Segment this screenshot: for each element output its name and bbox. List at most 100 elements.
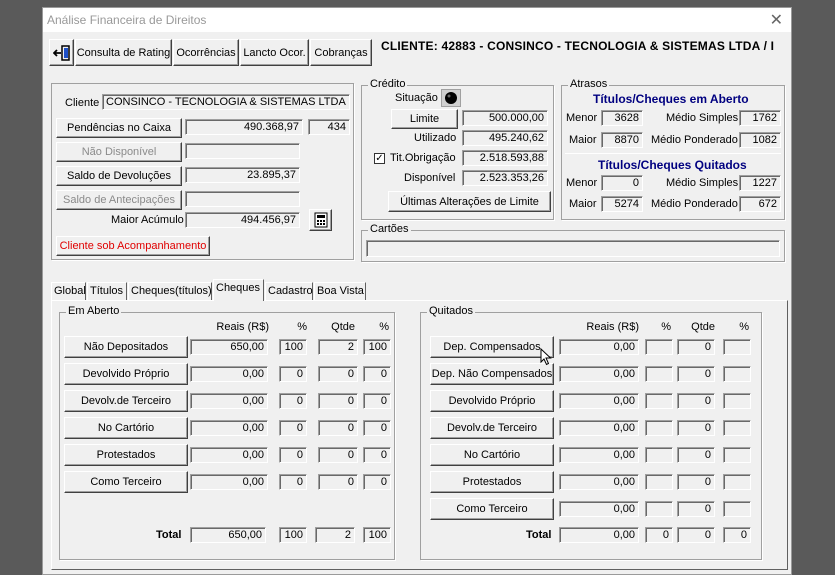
quitados-row-pct bbox=[645, 339, 673, 355]
saldo-antecipacoes-value bbox=[185, 191, 300, 207]
cliente-field[interactable]: CONSINCO - TECNOLOGIA & SISTEMAS LTDA bbox=[102, 94, 350, 110]
quitados-row-button[interactable]: No Cartório bbox=[430, 444, 554, 466]
em_aberto-row-reais: 0,00 bbox=[190, 474, 268, 490]
em_aberto-row-pct2: 0 bbox=[363, 393, 391, 409]
quitados-row-reais: 0,00 bbox=[559, 420, 639, 436]
em_aberto-row-button[interactable]: No Cartório bbox=[64, 417, 188, 439]
maior-acumulo-label: Maior Acúmulo bbox=[111, 214, 184, 226]
tab-global[interactable]: Global bbox=[51, 282, 86, 300]
em-aberto-header-reais: Reais (R$) bbox=[216, 321, 269, 333]
em_aberto-row-qtde: 0 bbox=[318, 447, 358, 463]
quitados-row-button[interactable]: Dep. Não Compensados bbox=[430, 363, 554, 385]
em-aberto-header-pct: % bbox=[297, 321, 307, 333]
cliente-label: Cliente bbox=[65, 97, 100, 109]
aberto-medio-simples-value: 1762 bbox=[739, 110, 781, 126]
cartoes-title: Cartões bbox=[368, 223, 411, 235]
quitados-header-pct2: % bbox=[739, 321, 749, 333]
quitados-medio-ponderado-value: 672 bbox=[739, 196, 781, 212]
limite-value: 500.000,00 bbox=[462, 110, 548, 126]
situacao-status-icon bbox=[445, 92, 457, 104]
tab-titulos[interactable]: Títulos bbox=[87, 282, 127, 300]
quitados-row-qtde: 0 bbox=[677, 501, 715, 517]
exit-door-icon bbox=[52, 44, 70, 61]
calculator-icon bbox=[314, 212, 327, 228]
em_aberto-row-pct2: 0 bbox=[363, 474, 391, 490]
utilizado-value: 495.240,62 bbox=[462, 130, 548, 146]
window-title: Análise Financeira de Direitos bbox=[47, 13, 207, 27]
nao-disponivel-button[interactable]: Não Disponível bbox=[56, 142, 182, 162]
em-aberto-total-pct2: 100 bbox=[363, 527, 391, 543]
em_aberto-row-reais: 0,00 bbox=[190, 447, 268, 463]
aberto-section-title: Títulos/Cheques em Aberto bbox=[593, 92, 749, 106]
quitados-header-qtde: Qtde bbox=[691, 321, 715, 333]
limite-button[interactable]: Limite bbox=[391, 109, 458, 129]
main-window: Análise Financeira de Direitos ✕ Consult… bbox=[42, 7, 792, 575]
tab-cheques-titulos[interactable]: Cheques(títulos) bbox=[128, 282, 212, 300]
cliente-acompanhamento-button[interactable]: Cliente sob Acompanhamento bbox=[56, 236, 210, 256]
saldo-devolucoes-button[interactable]: Saldo de Devoluções bbox=[56, 166, 182, 186]
ocorrencias-button[interactable]: Ocorrências bbox=[173, 39, 239, 66]
pendencias-caixa-button[interactable]: Pendências no Caixa bbox=[56, 118, 182, 138]
tab-cadastro[interactable]: Cadastro bbox=[265, 282, 313, 300]
quitados-row-qtde: 0 bbox=[677, 420, 715, 436]
quitados-row-pct2 bbox=[723, 501, 751, 517]
em_aberto-row-button[interactable]: Não Depositados bbox=[64, 336, 188, 358]
tit-obrigacao-checkbox[interactable]: ✓ bbox=[374, 153, 385, 164]
title-bar: Análise Financeira de Direitos ✕ bbox=[43, 8, 791, 32]
aberto-medio-ponderado-value: 1082 bbox=[739, 132, 781, 148]
quitados-row-button[interactable]: Dep. Compensados bbox=[430, 336, 554, 358]
em-aberto-total-qtde: 2 bbox=[315, 527, 355, 543]
em-aberto-total-label: Total bbox=[156, 529, 182, 541]
ultimas-alteracoes-button[interactable]: Últimas Alterações de Limite bbox=[388, 191, 551, 212]
quitados-total-pct: 0 bbox=[645, 527, 673, 543]
em_aberto-row-reais: 650,00 bbox=[190, 339, 268, 355]
aberto-medio-ponderado-label: Médio Ponderado bbox=[651, 134, 738, 146]
quitados-row-reais: 0,00 bbox=[559, 339, 639, 355]
calculator-button[interactable] bbox=[309, 209, 332, 231]
utilizado-label: Utilizado bbox=[414, 132, 457, 144]
em_aberto-row-pct2: 0 bbox=[363, 420, 391, 436]
em_aberto-row-button[interactable]: Devolvido Próprio bbox=[64, 363, 188, 385]
quitados-row-pct bbox=[645, 420, 673, 436]
tab-cheques[interactable]: Cheques bbox=[213, 279, 264, 301]
em_aberto-row-pct2: 0 bbox=[363, 366, 391, 382]
pendencias-count: 434 bbox=[308, 119, 350, 135]
quitados-row-button[interactable]: Devolvido Próprio bbox=[430, 390, 554, 412]
consulta-rating-button[interactable]: Consulta de Rating bbox=[75, 39, 172, 66]
quitados-row-reais: 0,00 bbox=[559, 447, 639, 463]
quitados-title: Quitados bbox=[427, 305, 476, 317]
em_aberto-row-qtde: 0 bbox=[318, 474, 358, 490]
quitados-row-button[interactable]: Como Terceiro bbox=[430, 498, 554, 520]
quitados-row-reais: 0,00 bbox=[559, 393, 639, 409]
quitados-row-button[interactable]: Protestados bbox=[430, 471, 554, 493]
cobrancas-button[interactable]: Cobranças bbox=[310, 39, 372, 66]
credito-title: Crédito bbox=[368, 78, 408, 90]
em_aberto-row-pct: 0 bbox=[279, 474, 307, 490]
em-aberto-header-pct2: % bbox=[379, 321, 389, 333]
em_aberto-row-qtde: 0 bbox=[318, 420, 358, 436]
tit-obrigacao-label: Tit.Obrigação bbox=[390, 152, 456, 164]
tab-boa-vista[interactable]: Boa Vista bbox=[314, 282, 366, 300]
em_aberto-row-pct: 0 bbox=[279, 393, 307, 409]
em_aberto-row-reais: 0,00 bbox=[190, 366, 268, 382]
aberto-menor-value: 3628 bbox=[601, 110, 643, 126]
em-aberto-total-pct: 100 bbox=[279, 527, 307, 543]
quitados-medio-simples-value: 1227 bbox=[739, 175, 781, 191]
lancto-ocor-button[interactable]: Lancto Ocor. bbox=[240, 39, 309, 66]
quitados-row-button[interactable]: Devolv.de Terceiro bbox=[430, 417, 554, 439]
exit-button[interactable] bbox=[49, 39, 74, 66]
em_aberto-row-pct2: 0 bbox=[363, 447, 391, 463]
quitados-total-qtde: 0 bbox=[677, 527, 715, 543]
em_aberto-row-button[interactable]: Devolv.de Terceiro bbox=[64, 390, 188, 412]
quitados-row-qtde: 0 bbox=[677, 393, 715, 409]
quitados-maior-value: 5274 bbox=[601, 196, 643, 212]
atrasos-title: Atrasos bbox=[568, 78, 610, 90]
em_aberto-row-button[interactable]: Protestados bbox=[64, 444, 188, 466]
close-icon[interactable]: ✕ bbox=[770, 10, 783, 30]
em_aberto-row-button[interactable]: Como Terceiro bbox=[64, 471, 188, 493]
quitados-maior-label: Maior bbox=[569, 198, 597, 210]
cartoes-field[interactable] bbox=[366, 240, 780, 257]
saldo-antecipacoes-button[interactable]: Saldo de Antecipações bbox=[56, 190, 182, 210]
aberto-maior-value: 8870 bbox=[601, 132, 643, 148]
em_aberto-row-reais: 0,00 bbox=[190, 393, 268, 409]
